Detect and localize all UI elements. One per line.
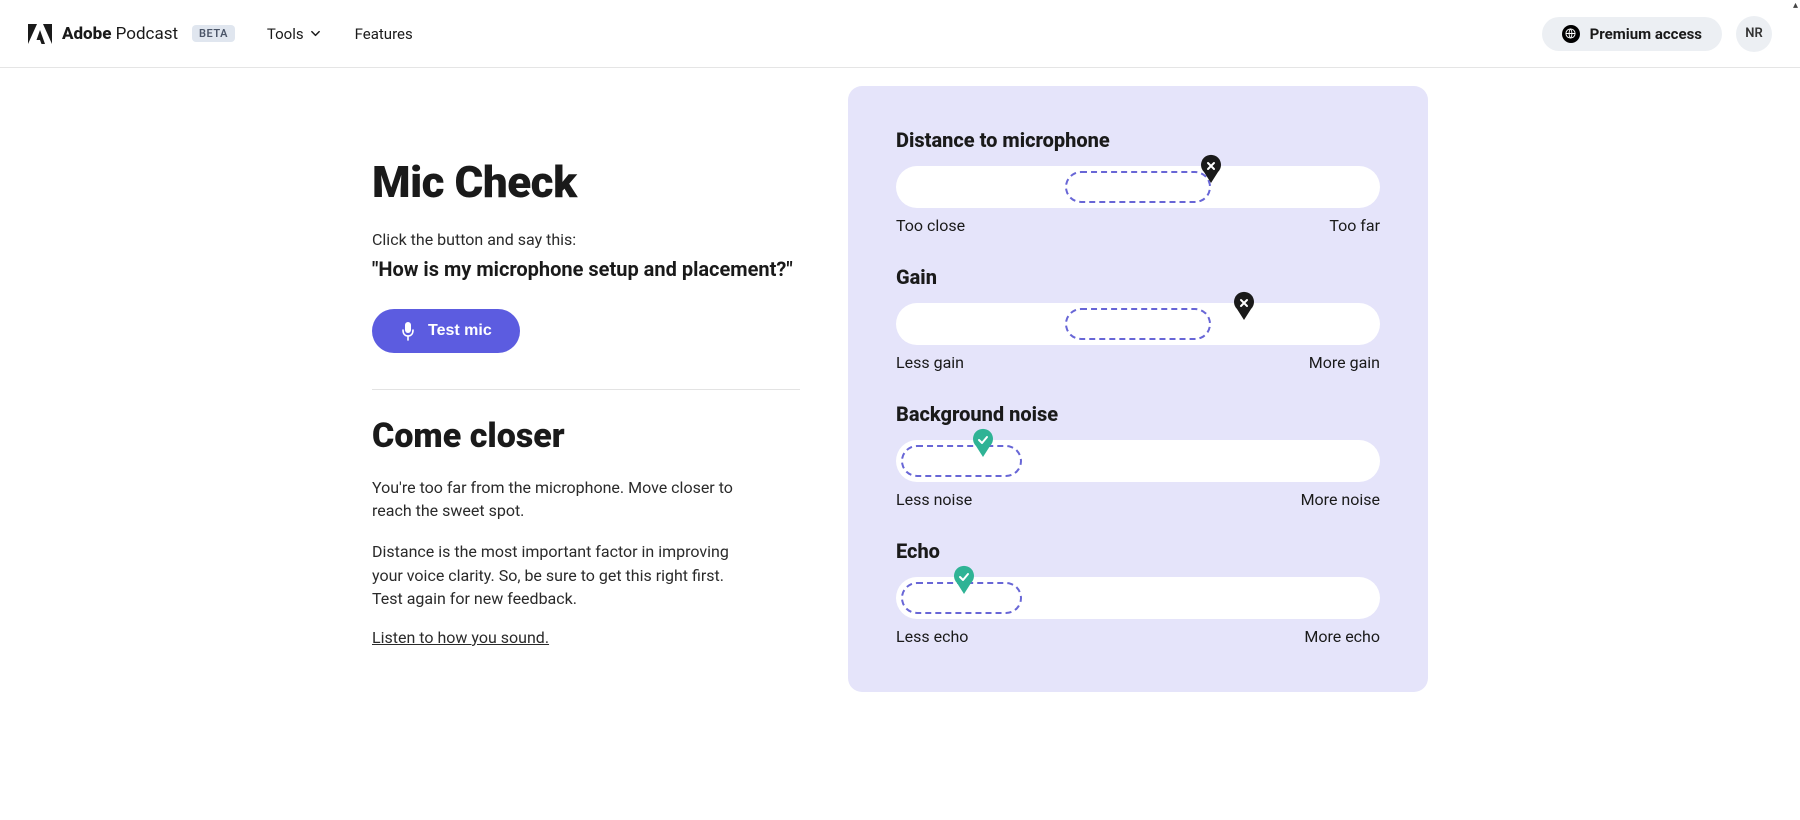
nav-tools[interactable]: Tools [267,25,321,43]
left-column: Mic Check Click the button and say this:… [372,86,800,692]
metric-track-noise [896,440,1380,482]
premium-icon [1562,25,1580,43]
marker-noise [971,428,995,458]
label-right-noise: More noise [1301,490,1380,509]
top-nav: Tools Features [267,25,413,43]
premium-label: Premium access [1590,25,1702,43]
range-labels-gain: Less gain More gain [896,353,1380,372]
test-mic-button[interactable]: Test mic [372,309,520,353]
metric-title-gain: Gain [896,265,1380,289]
label-left-noise: Less noise [896,490,972,509]
marker-distance [1199,154,1223,184]
app-header: Adobe Podcast BETA Tools Features Premiu… [0,0,1800,68]
metric-bar-gain [896,303,1380,345]
label-left-distance: Too close [896,216,965,235]
sample-phrase: "How is my microphone setup and placemen… [372,257,800,281]
user-avatar[interactable]: NR [1736,16,1772,52]
premium-access-button[interactable]: Premium access [1542,17,1722,51]
scrollbar-up-caret[interactable]: ▴ [1793,0,1798,11]
metrics-card: Distance to microphone Too close Too far Ga… [848,86,1428,692]
nav-tools-label: Tools [267,25,304,43]
advice-heading: Come closer [372,416,800,456]
page-title: Mic Check [372,156,800,208]
metric-track-gain [896,303,1380,345]
beta-badge: BETA [192,25,235,42]
target-zone-noise [901,445,1022,477]
microphone-icon [400,321,416,341]
metric-noise: Background noise Less noise More noise [896,402,1380,509]
metric-title-noise: Background noise [896,402,1380,426]
metric-bar-echo [896,577,1380,619]
main-content: Mic Check Click the button and say this:… [0,68,1800,732]
target-zone-gain [1065,308,1210,340]
divider [372,389,800,390]
avatar-initials: NR [1745,26,1762,41]
metric-gain: Gain Less gain More gain [896,265,1380,372]
instruction-text: Click the button and say this: [372,230,800,249]
nav-features[interactable]: Features [355,25,413,43]
label-right-gain: More gain [1309,353,1380,372]
range-labels-echo: Less echo More echo [896,627,1380,646]
nav-features-label: Features [355,25,413,43]
range-labels-noise: Less noise More noise [896,490,1380,509]
metric-echo: Echo Less echo More echo [896,539,1380,646]
label-right-distance: Too far [1329,216,1380,235]
label-left-echo: Less echo [896,627,968,646]
target-zone-distance [1065,171,1210,203]
advice-para-1: You're too far from the microphone. Move… [372,476,752,522]
label-left-gain: Less gain [896,353,964,372]
chevron-down-icon [310,28,321,39]
brand-logo-link[interactable]: Adobe Podcast BETA [28,22,235,46]
metric-title-echo: Echo [896,539,1380,563]
advice-para-2: Distance is the most important factor in… [372,540,752,610]
metric-bar-distance [896,166,1380,208]
adobe-logo-icon [28,22,52,46]
test-mic-label: Test mic [428,322,492,340]
marker-echo [952,565,976,595]
range-labels-distance: Too close Too far [896,216,1380,235]
listen-link[interactable]: Listen to how you sound. [372,628,549,647]
metric-distance: Distance to microphone Too close Too far [896,128,1380,235]
brand-name-bold: Adobe [62,24,111,44]
marker-gain [1232,291,1256,321]
brand-name-regular: Podcast [116,24,178,44]
metric-track-distance [896,166,1380,208]
metric-title-distance: Distance to microphone [896,128,1380,152]
label-right-echo: More echo [1304,627,1380,646]
metric-bar-noise [896,440,1380,482]
